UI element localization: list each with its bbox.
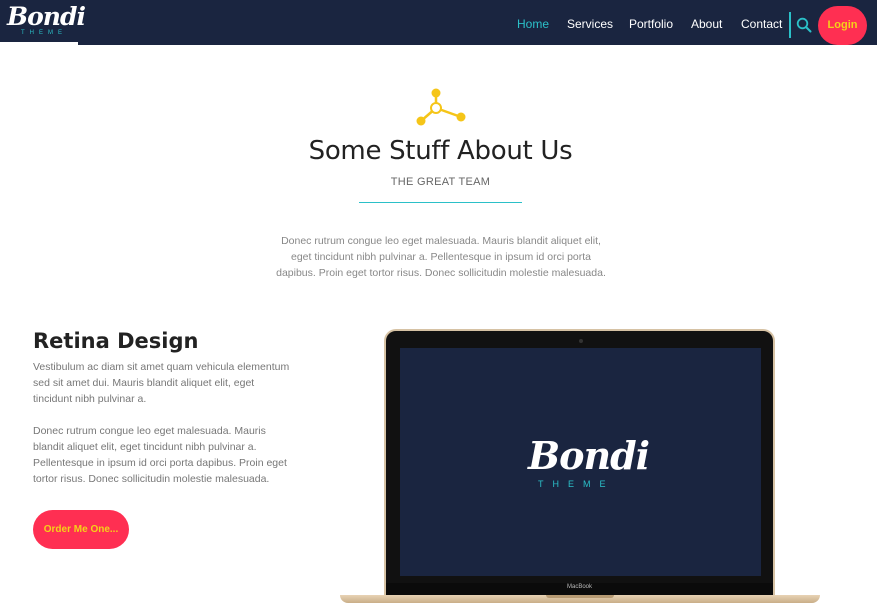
feature-title: Retina Design <box>33 329 199 353</box>
brand-logo-sub: THEME <box>21 30 67 36</box>
screen-brand-logo: Bondi THEME <box>528 433 650 493</box>
nav-item-services[interactable]: Services <box>567 17 613 31</box>
screen-logo-sub: THEME <box>538 479 615 489</box>
molecule-icon <box>414 86 468 128</box>
nav-item-contact[interactable]: Contact <box>741 17 782 31</box>
laptop-camera <box>579 339 583 343</box>
nav-item-portfolio[interactable]: Portfolio <box>629 17 673 31</box>
section-subtitle: THE GREAT TEAM <box>390 176 491 188</box>
laptop-image: Bondi THEME MacBook <box>340 329 820 606</box>
brand-logo-text: Bondi <box>7 2 86 31</box>
brand-underline <box>0 42 78 45</box>
feature-paragraph-2: Donec rutrum congue leo eget malesuada. … <box>33 425 287 485</box>
laptop-lid: Bondi THEME <box>384 329 775 587</box>
nav-item-about[interactable]: About <box>691 17 722 31</box>
order-button[interactable]: Order Me One... <box>33 510 129 549</box>
feature-paragraph-1: Vestibulum ac diam sit amet quam vehicul… <box>33 361 290 405</box>
brand-logo[interactable]: Bondi THEME <box>7 2 86 42</box>
nav-item-home[interactable]: Home <box>517 17 549 31</box>
screen-logo-text: Bondi <box>528 433 650 478</box>
section-description: Donec rutrum congue leo eget malesuada. … <box>276 235 606 279</box>
laptop-bezel: MacBook <box>384 583 775 595</box>
search-icon[interactable] <box>796 17 812 33</box>
section-title: Some Stuff About Us <box>308 136 573 166</box>
laptop-brand-label: MacBook <box>566 584 592 590</box>
top-navbar: Bondi THEME Home Services Portfolio Abou… <box>0 0 877 45</box>
title-divider <box>359 202 522 203</box>
laptop-screen: Bondi THEME <box>400 348 761 576</box>
laptop-notch <box>546 595 614 598</box>
login-button[interactable]: Login <box>818 6 867 45</box>
nav-divider <box>789 12 791 38</box>
